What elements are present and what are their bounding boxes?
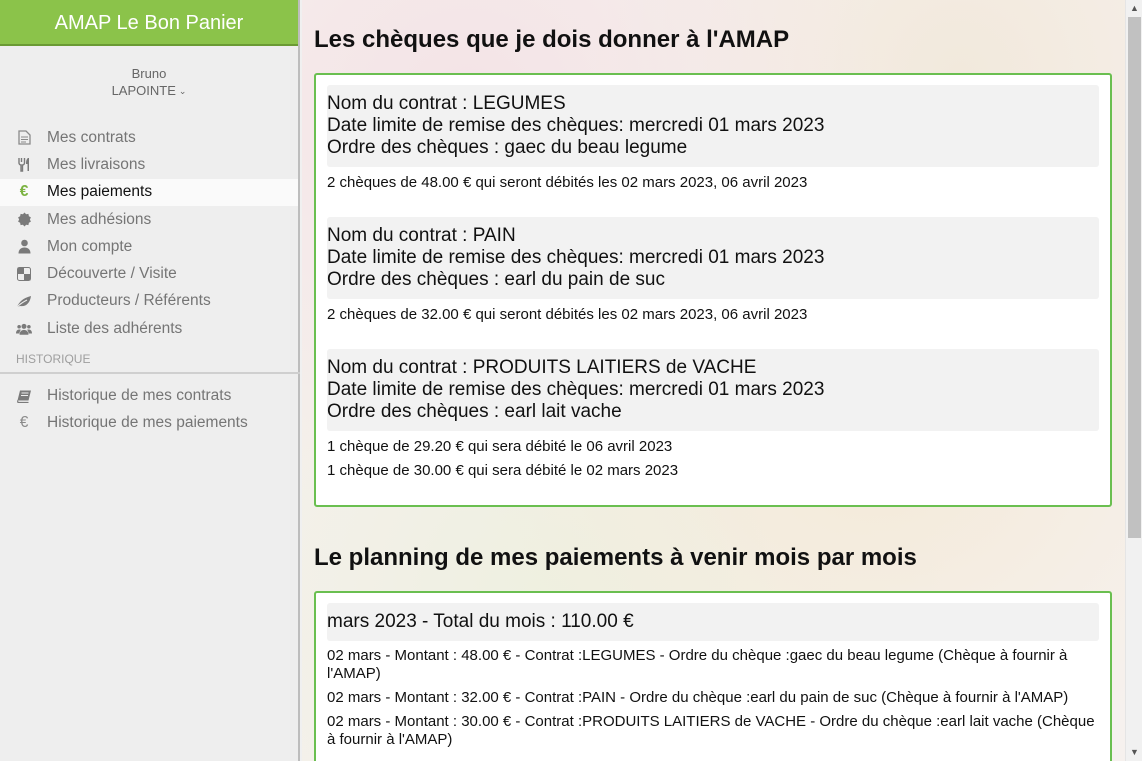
nav-label: Historique de mes paiements xyxy=(47,414,248,432)
section-label-historique: HISTORIQUE xyxy=(0,352,300,375)
nav-label: Mes livraisons xyxy=(47,155,146,173)
main-content: Les chèques que je dois donner à l'AMAP … xyxy=(302,0,1125,761)
nav-label: Découverte / Visite xyxy=(47,265,177,283)
euro-icon: € xyxy=(19,183,29,201)
main-nav: Mes contrats Mes livraisons € Mes paieme… xyxy=(0,124,298,342)
contract-block: Nom du contrat : PAIN Date limite de rem… xyxy=(327,217,1099,327)
users-icon xyxy=(16,321,32,337)
contract-deadline: Date limite de remise des chèques: mercr… xyxy=(327,247,825,268)
checker-icon xyxy=(16,266,32,282)
contract-header: Nom du contrat : PRODUITS LAITIERS de VA… xyxy=(327,349,1099,431)
scrollbar-thumb[interactable] xyxy=(1128,17,1141,538)
contract-block: Nom du contrat : LEGUMES Date limite de … xyxy=(327,85,1099,195)
nav-label: Mes adhésions xyxy=(47,210,152,228)
file-icon xyxy=(16,130,32,146)
user-block: Bruno LAPOINTE ⌄ xyxy=(0,66,298,100)
scroll-down-icon[interactable]: ▼ xyxy=(1126,744,1142,761)
scroll-up-icon[interactable]: ▲ xyxy=(1126,0,1142,17)
nav-label: Liste des adhérents xyxy=(47,319,183,337)
nav-label: Historique de mes contrats xyxy=(47,387,232,405)
cheque-line: 1 chèque de 30.00 € qui sera débité le 0… xyxy=(327,462,679,479)
cheque-line: 2 chèques de 48.00 € qui seront débités … xyxy=(327,174,808,191)
history-nav: Historique de mes contrats € Historique … xyxy=(0,382,298,437)
cheque-line: 1 chèque de 29.20 € qui sera débité le 0… xyxy=(327,438,673,455)
contract-header: Nom du contrat : LEGUMES Date limite de … xyxy=(327,85,1099,167)
payment-line: 02 mars - Montant : 48.00 € - Contrat :L… xyxy=(327,647,1068,682)
nav-item-decouverte[interactable]: Découverte / Visite xyxy=(0,260,298,287)
nav-item-historique-paiements[interactable]: € Historique de mes paiements xyxy=(0,410,298,437)
vertical-scrollbar[interactable]: ▲ ▼ xyxy=(1125,0,1142,761)
payment-line: 02 mars - Montant : 30.00 € - Contrat :P… xyxy=(327,713,1095,748)
contract-block: Nom du contrat : PRODUITS LAITIERS de VA… xyxy=(327,349,1099,483)
user-icon xyxy=(16,239,32,255)
nav-item-adherents[interactable]: Liste des adhérents xyxy=(0,315,298,342)
contract-deadline: Date limite de remise des chèques: mercr… xyxy=(327,115,825,136)
nav-item-paiements[interactable]: € Mes paiements xyxy=(0,178,298,206)
nav-item-livraisons[interactable]: Mes livraisons xyxy=(0,151,298,178)
contract-order: Ordre des chèques : earl du pain de suc xyxy=(327,269,665,290)
user-menu[interactable]: LAPOINTE ⌄ xyxy=(0,82,298,100)
nav-label: Mes paiements xyxy=(47,183,153,201)
contract-header: Nom du contrat : PAIN Date limite de rem… xyxy=(327,217,1099,299)
nav-item-compte[interactable]: Mon compte xyxy=(0,233,298,260)
chevron-down-icon[interactable]: ⌄ xyxy=(179,82,187,100)
contract-name: Nom du contrat : PAIN xyxy=(327,225,516,246)
contract-name: Nom du contrat : LEGUMES xyxy=(327,93,566,114)
planning-title: Le planning de mes paiements à venir moi… xyxy=(314,544,917,571)
contract-order: Ordre des chèques : gaec du beau legume xyxy=(327,137,688,158)
sidebar: AMAP Le Bon Panier Bruno LAPOINTE ⌄ Mes c… xyxy=(0,0,300,761)
book-icon xyxy=(16,388,32,404)
nav-item-contrats[interactable]: Mes contrats xyxy=(0,124,298,151)
nav-label: Mes contrats xyxy=(47,128,136,146)
leaf-icon xyxy=(16,293,32,309)
contract-order: Ordre des chèques : earl lait vache xyxy=(327,401,622,422)
cheques-title: Les chèques que je dois donner à l'AMAP xyxy=(314,26,790,53)
payment-line: 02 mars - Montant : 32.00 € - Contrat :P… xyxy=(327,689,1069,706)
nav-item-adhesions[interactable]: Mes adhésions xyxy=(0,206,298,233)
badge-icon xyxy=(16,212,32,228)
contract-deadline: Date limite de remise des chèques: mercr… xyxy=(327,379,825,400)
user-first-name: Bruno xyxy=(131,66,167,81)
planning-card: mars 2023 - Total du mois : 110.00 € 02 … xyxy=(314,591,1112,761)
month-header: mars 2023 - Total du mois : 110.00 € xyxy=(327,603,1099,641)
cheques-card: Nom du contrat : LEGUMES Date limite de … xyxy=(314,73,1112,507)
nav-label: Producteurs / Référents xyxy=(47,292,211,310)
cutlery-icon xyxy=(16,157,32,173)
nav-item-producteurs[interactable]: Producteurs / Référents xyxy=(0,288,298,315)
contract-name: Nom du contrat : PRODUITS LAITIERS de VA… xyxy=(327,357,757,378)
user-last-name[interactable]: LAPOINTE xyxy=(112,83,176,98)
nav-label: Mon compte xyxy=(47,237,133,255)
cheque-line: 2 chèques de 32.00 € qui seront débités … xyxy=(327,306,808,323)
euro-icon: € xyxy=(19,414,29,432)
app-title[interactable]: AMAP Le Bon Panier xyxy=(0,0,298,46)
nav-item-historique-contrats[interactable]: Historique de mes contrats xyxy=(0,382,298,409)
